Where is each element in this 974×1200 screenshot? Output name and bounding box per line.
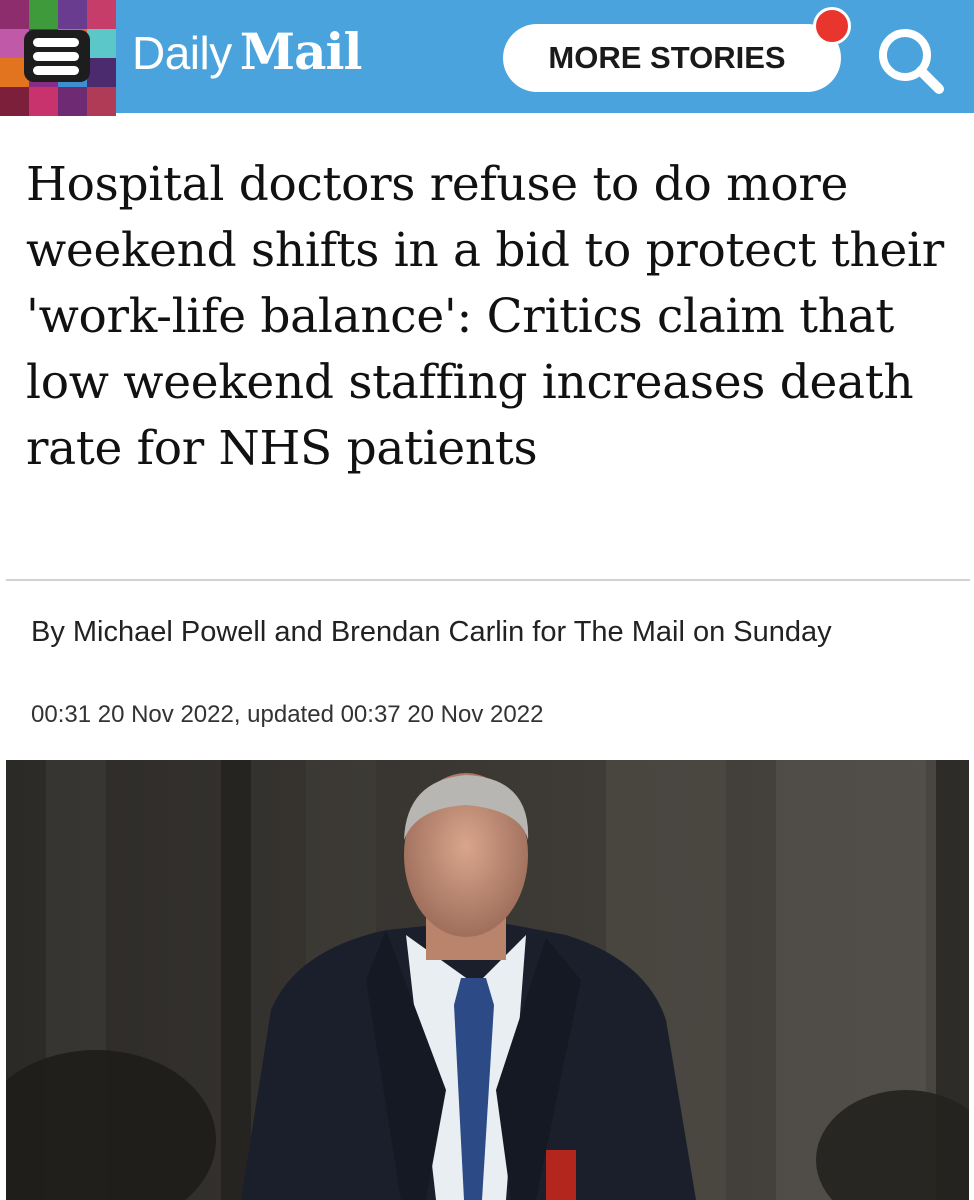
logo-mail-text: Mail	[239, 22, 363, 81]
search-icon[interactable]	[873, 24, 949, 96]
more-stories-label: MORE STORIES	[548, 40, 786, 75]
site-header: Daily Mail MORE STORIES	[0, 0, 974, 116]
logo-daily-text: Daily	[132, 27, 232, 79]
article-headline: Hospital doctors refuse to do more weeke…	[26, 157, 944, 476]
notification-dot	[813, 7, 851, 45]
article-timestamp: 00:31 20 Nov 2022, updated 00:37 20 Nov …	[31, 701, 544, 728]
article-photo	[6, 760, 969, 1200]
more-stories-button[interactable]: MORE STORIES	[503, 24, 841, 92]
hamburger-menu-icon[interactable]	[24, 30, 90, 82]
article-byline: By Michael Powell and Brendan Carlin for…	[31, 616, 832, 648]
site-logo[interactable]: Daily Mail	[132, 22, 363, 92]
divider	[6, 579, 970, 581]
